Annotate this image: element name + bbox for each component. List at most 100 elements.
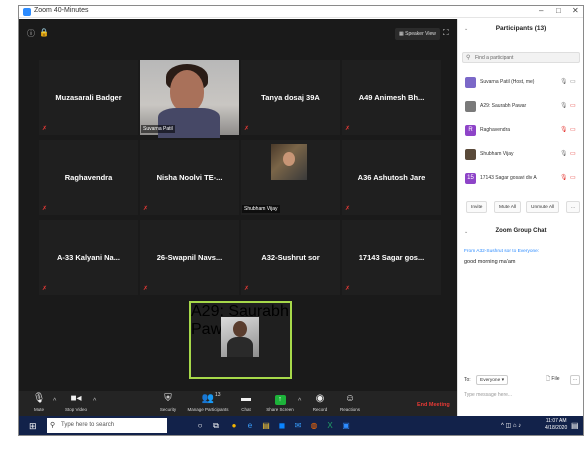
reactions-button[interactable]: ☺ Reactions <box>335 392 365 413</box>
maximize-button[interactable]: □ <box>556 6 561 15</box>
participant-name: Tanya dosaj 39A <box>261 93 320 102</box>
mic-muted-icon[interactable]: 🎙 <box>560 126 568 133</box>
minimize-button[interactable]: – <box>539 6 543 15</box>
taskbar-clock[interactable]: 11:07 AM 4/18/2020 <box>545 418 567 432</box>
close-button[interactable]: ✕ <box>572 6 579 15</box>
video-tile[interactable]: 17143 Sagar gos... ✗ <box>342 220 441 295</box>
shield-icon: ⛨ <box>164 393 172 404</box>
mute-all-button[interactable]: Mute All <box>494 201 522 213</box>
video-tile[interactable]: Nisha Noolvi TE-... ✗ <box>140 140 239 215</box>
video-tile[interactable]: Shubham Vijay <box>241 140 340 215</box>
fullscreen-icon[interactable]: ⛶ <box>443 28 449 38</box>
video-options-caret[interactable]: ^ <box>93 398 96 405</box>
video-tile[interactable]: Raghavendra ✗ <box>39 140 138 215</box>
record-icon: ◉ <box>315 393 325 404</box>
chat-bubble-icon: ▬ <box>241 393 251 404</box>
record-button[interactable]: ◉ Record <box>307 392 333 413</box>
share-options-caret[interactable]: ^ <box>298 398 301 405</box>
participant-name: Shubham Vijay <box>242 205 280 213</box>
security-button[interactable]: ⛨ Security <box>155 392 181 413</box>
audio-options-caret[interactable]: ^ <box>53 398 56 405</box>
participant-name: Raghavendra <box>64 173 113 182</box>
mic-muted-icon: ✗ <box>42 286 48 292</box>
video-tile[interactable]: Suvarna Patil <box>140 60 239 138</box>
participants-icon: 👥 <box>201 393 215 404</box>
file-explorer-icon[interactable]: ▤ <box>261 420 271 431</box>
windows-start-icon[interactable]: ⊞ <box>29 421 37 432</box>
window-title: Zoom 40-Minutes <box>34 7 89 14</box>
chat-message-input[interactable]: Type message here... <box>464 392 576 410</box>
avatar <box>465 149 476 160</box>
share-screen-button[interactable]: ↑ Share Screen <box>264 392 296 413</box>
active-speaker-tile[interactable]: A29: Saurabh Pawar <box>189 301 292 379</box>
video-off-icon[interactable]: ▭ <box>570 126 576 133</box>
video-camera-icon[interactable]: ▭ <box>570 78 576 85</box>
file-button[interactable]: 🗋 File <box>546 376 559 384</box>
zoom-taskbar-icon[interactable]: ▣ <box>341 420 351 431</box>
manage-participants-button[interactable]: 👥 Manage Participants <box>185 392 231 413</box>
find-participant-input[interactable]: ⚲ Find a participant <box>462 52 580 63</box>
cortana-icon[interactable]: ○ <box>195 420 205 431</box>
video-tile[interactable]: 26-Swapnil Navs... ✗ <box>140 220 239 295</box>
recipient-select[interactable]: Everyone ▾ <box>476 375 509 385</box>
encryption-shield-icon[interactable]: 🔒 <box>39 28 49 37</box>
video-tile[interactable]: A49 Animesh Bh... ✗ <box>342 60 441 135</box>
firefox-icon[interactable]: ◍ <box>309 420 319 431</box>
end-meeting-button[interactable]: End Meeting <box>417 402 450 408</box>
video-tile[interactable]: A32-Sushrut sor ✗ <box>241 220 340 295</box>
microphone-icon[interactable]: 🎙 <box>560 102 568 109</box>
video-tile[interactable]: A-33 Kalyani Na... ✗ <box>39 220 138 295</box>
mic-muted-icon[interactable]: 🎙 <box>560 174 568 181</box>
mic-muted-icon: ✗ <box>143 286 149 292</box>
store-icon[interactable]: ◼ <box>277 420 287 431</box>
participant-name: A-33 Kalyani Na... <box>57 253 120 262</box>
taskbar-search-input[interactable]: ⚲ Type here to search <box>47 418 167 433</box>
excel-icon[interactable]: X <box>325 420 335 431</box>
participant-row[interactable]: R Raghavendra 🎙 ▭ <box>458 123 583 139</box>
stop-video-button[interactable]: ■◂ Stop Video <box>61 392 91 413</box>
chrome-icon[interactable]: ● <box>229 420 239 431</box>
participant-row[interactable]: Shubham Vijay 🎙 ▭ <box>458 147 583 163</box>
mic-muted-icon: ✗ <box>345 126 351 132</box>
chat-sender: From A32-Sushrut sor to Everyone: <box>464 249 540 254</box>
title-bar: Zoom 40-Minutes – □ ✕ <box>19 6 583 18</box>
notification-icon[interactable]: ▤ <box>571 421 579 430</box>
search-icon: ⚲ <box>50 422 56 429</box>
unmute-all-button[interactable]: Unmute All <box>526 201 560 213</box>
participant-video <box>241 140 340 215</box>
speaker-view-button[interactable]: ▦ Speaker View <box>395 28 440 40</box>
more-options-button[interactable]: ... <box>566 201 580 213</box>
smiley-icon: ☺ <box>344 393 356 404</box>
video-off-icon[interactable]: ▭ <box>570 174 576 181</box>
to-label: To: <box>464 377 471 383</box>
microphone-icon[interactable]: 🎙 <box>560 78 568 85</box>
participant-row[interactable]: 15 17143 Sagar gosavi div A 🎙 ▭ <box>458 171 583 187</box>
mute-button[interactable]: 🎙 Mute <box>27 392 51 413</box>
chat-more-button[interactable]: ··· <box>570 375 580 385</box>
avatar: 15 <box>465 173 476 184</box>
mic-muted-icon: ✗ <box>42 126 48 132</box>
participant-name: A32-Sushrut sor <box>261 253 320 262</box>
mic-muted-icon: ✗ <box>244 126 250 132</box>
meeting-area: ⓘ 🔒 ▦ Speaker View ⛶ Muzasarali Badger ✗… <box>19 19 457 391</box>
participant-row[interactable]: A29: Saurabh Pawar 🎙 ▭ <box>458 99 583 115</box>
video-off-icon[interactable]: ▭ <box>570 150 576 157</box>
share-screen-icon: ↑ <box>274 395 286 405</box>
mail-icon[interactable]: ✉ <box>293 420 303 431</box>
info-icon[interactable]: ⓘ <box>27 28 35 39</box>
mic-muted-icon: ✗ <box>345 286 351 292</box>
video-tile[interactable]: Muzasarali Badger ✗ <box>39 60 138 135</box>
task-view-icon[interactable]: ⧉ <box>211 420 221 431</box>
chat-button[interactable]: ▬ Chat <box>237 392 255 413</box>
participant-actions: Invite Mute All Unmute All ... <box>458 201 583 215</box>
microphone-icon[interactable]: 🎙 <box>560 150 568 157</box>
participant-row[interactable]: Suvarna Patil (Host, me) 🎙 ▭ <box>458 75 583 91</box>
participant-name: 17143 Sagar gos... <box>358 253 425 262</box>
video-tile[interactable]: A36 Ashutosh Jare ✗ <box>342 140 441 215</box>
edge-icon[interactable]: e <box>245 420 255 431</box>
video-tile[interactable]: Tanya dosaj 39A ✗ <box>241 60 340 135</box>
system-tray[interactable]: ^ ◫ ⌂ ♪ <box>501 422 521 429</box>
video-off-icon[interactable]: ▭ <box>570 102 576 109</box>
invite-button[interactable]: Invite <box>466 201 488 213</box>
mic-muted-icon: ✗ <box>42 206 48 212</box>
